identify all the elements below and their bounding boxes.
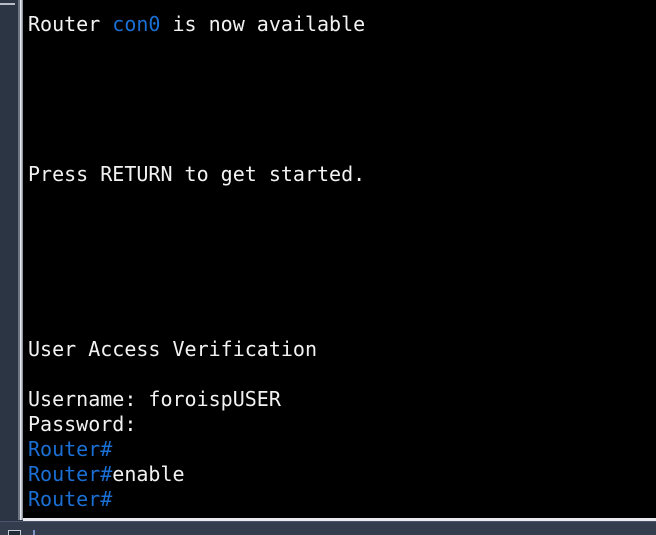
line-username: Username: foroispUSER <box>28 387 656 412</box>
line-blank-11 <box>28 312 656 337</box>
terminal-output-area[interactable]: Router con0 is now available Press RETUR… <box>23 0 656 518</box>
line-router-con0: Router con0 is now available <box>28 12 656 37</box>
line-prompt-1: Router# <box>28 437 656 462</box>
line-blank-7 <box>28 212 656 237</box>
line-blank-3 <box>28 87 656 112</box>
terminal-plain-text: User Access Verification <box>28 337 317 361</box>
line-prompt-3: Router# <box>28 487 656 512</box>
terminal-prompt-text: Router# <box>28 487 113 511</box>
line-blank-2 <box>28 62 656 87</box>
terminal-plain-text: enable <box>112 462 185 486</box>
terminal-plain-text: Password: <box>28 412 137 436</box>
terminal-plain-text: is now available <box>160 12 366 36</box>
line-prompt-2-enable: Router#enable <box>28 462 656 487</box>
footer-bar <box>0 521 656 535</box>
terminal-text-container: Router con0 is now available Press RETUR… <box>23 0 656 512</box>
terminal-plain-text: Username: foroispUSER <box>28 387 281 411</box>
terminal-prompt-text: Router# <box>28 437 113 461</box>
footer-cut-off-button[interactable] <box>8 530 21 535</box>
line-user-access: User Access Verification <box>28 337 656 362</box>
line-blank-10 <box>28 287 656 312</box>
line-press-return: Press RETURN to get started. <box>28 162 656 187</box>
terminal-plain-text: Router <box>28 12 113 36</box>
terminal-plain-text: Press RETURN to get started. <box>28 162 366 186</box>
line-blank-12 <box>28 362 656 387</box>
router-console-window: Router con0 is now available Press RETUR… <box>0 0 656 535</box>
line-blank-6 <box>28 187 656 212</box>
left-side-panel <box>0 0 18 520</box>
line-blank-4 <box>28 112 656 137</box>
line-blank-1 <box>28 37 656 62</box>
footer-cut-off-indicator <box>33 530 35 535</box>
terminal-prompt-text: Router# <box>28 462 113 486</box>
terminal-prompt-text: con0 <box>112 12 161 36</box>
line-blank-5 <box>28 137 656 162</box>
line-blank-8 <box>28 237 656 262</box>
panel-top-divider <box>0 3 15 5</box>
line-password: Password: <box>28 412 656 437</box>
line-blank-9 <box>28 262 656 287</box>
